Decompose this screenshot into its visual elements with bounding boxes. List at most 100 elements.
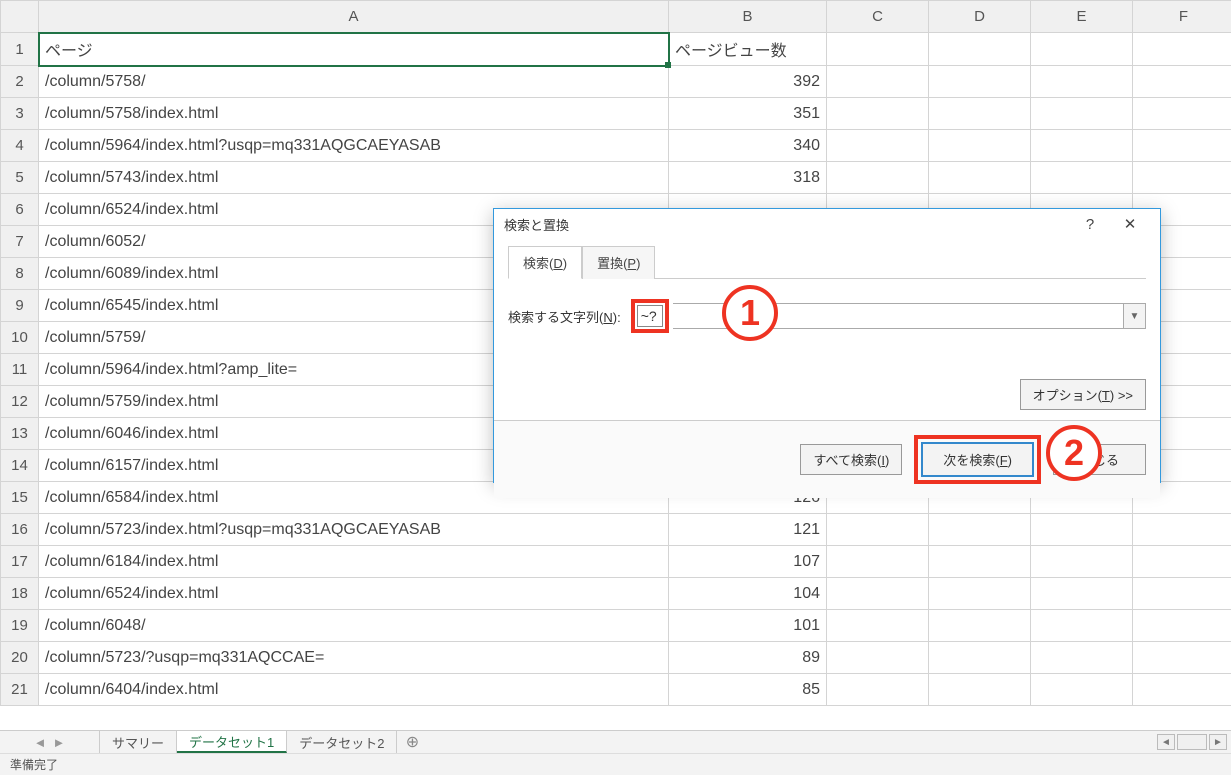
cell[interactable] (1133, 98, 1231, 130)
cell[interactable] (827, 98, 929, 130)
cell[interactable] (1133, 674, 1231, 706)
cell[interactable] (827, 546, 929, 578)
cell[interactable]: /column/6184/index.html (39, 546, 669, 578)
row-header[interactable]: 17 (1, 546, 39, 578)
cell[interactable]: /column/5758/index.html (39, 98, 669, 130)
row-header[interactable]: 9 (1, 290, 39, 322)
cell[interactable] (827, 674, 929, 706)
row-header[interactable]: 11 (1, 354, 39, 386)
col-header-C[interactable]: C (827, 1, 929, 33)
cell[interactable] (1031, 674, 1133, 706)
col-header-E[interactable]: E (1031, 1, 1133, 33)
col-header-D[interactable]: D (929, 1, 1031, 33)
cell[interactable] (1133, 162, 1231, 194)
cell[interactable]: /column/5723/?usqp=mq331AQCCAE= (39, 642, 669, 674)
scroll-thumb[interactable] (1177, 734, 1207, 750)
row-header[interactable]: 6 (1, 194, 39, 226)
cell[interactable] (827, 610, 929, 642)
cell[interactable]: /column/6404/index.html (39, 674, 669, 706)
cell[interactable] (929, 546, 1031, 578)
cell[interactable] (929, 610, 1031, 642)
find-all-button[interactable]: すべて検索(I) (800, 444, 902, 475)
select-all-corner[interactable] (1, 1, 39, 33)
row-header[interactable]: 10 (1, 322, 39, 354)
cell[interactable]: /column/6048/ (39, 610, 669, 642)
add-sheet-button[interactable]: ⊕ (397, 731, 427, 753)
cell[interactable] (929, 674, 1031, 706)
row-header[interactable]: 21 (1, 674, 39, 706)
row-header[interactable]: 2 (1, 66, 39, 98)
cell[interactable] (827, 578, 929, 610)
row-header[interactable]: 14 (1, 450, 39, 482)
sheet-tab-dataset2[interactable]: データセット2 (287, 731, 397, 753)
cell[interactable] (1031, 66, 1133, 98)
cell[interactable] (1031, 578, 1133, 610)
cell[interactable] (1031, 33, 1133, 66)
col-header-A[interactable]: A (39, 1, 669, 33)
row-header[interactable]: 3 (1, 98, 39, 130)
tab-nav-arrows[interactable]: ◄ ► (0, 731, 100, 753)
cell[interactable]: 101 (669, 610, 827, 642)
cell[interactable] (1133, 130, 1231, 162)
cell[interactable]: 351 (669, 98, 827, 130)
row-header[interactable]: 8 (1, 258, 39, 290)
cell[interactable] (929, 66, 1031, 98)
cell[interactable]: /column/6524/index.html (39, 578, 669, 610)
cell[interactable] (827, 642, 929, 674)
col-header-F[interactable]: F (1133, 1, 1231, 33)
row-header[interactable]: 15 (1, 482, 39, 514)
row-header[interactable]: 20 (1, 642, 39, 674)
cell[interactable] (827, 130, 929, 162)
row-header[interactable]: 7 (1, 226, 39, 258)
cell[interactable] (929, 162, 1031, 194)
dialog-help-button[interactable]: ? (1070, 209, 1110, 239)
row-header[interactable]: 12 (1, 386, 39, 418)
row-header[interactable]: 5 (1, 162, 39, 194)
find-next-button[interactable]: 次を検索(F) (921, 442, 1034, 477)
row-header[interactable]: 13 (1, 418, 39, 450)
sheet-tab-summary[interactable]: サマリー (100, 731, 177, 753)
cell[interactable] (1133, 514, 1231, 546)
cell[interactable] (929, 578, 1031, 610)
cell[interactable]: /column/5758/ (39, 66, 669, 98)
cell[interactable]: 104 (669, 578, 827, 610)
cell[interactable] (1031, 642, 1133, 674)
search-input[interactable] (637, 305, 663, 327)
cell[interactable] (1031, 130, 1133, 162)
sheet-tab-dataset1[interactable]: データセット1 (177, 731, 287, 753)
cell[interactable]: /column/5723/index.html?usqp=mq331AQGCAE… (39, 514, 669, 546)
options-button[interactable]: オプション(T) >> (1020, 379, 1146, 410)
col-header-B[interactable]: B (669, 1, 827, 33)
cell[interactable] (1133, 66, 1231, 98)
cell[interactable] (929, 33, 1031, 66)
cell[interactable] (929, 514, 1031, 546)
cell[interactable] (827, 514, 929, 546)
cell[interactable]: 340 (669, 130, 827, 162)
cell[interactable]: /column/5964/index.html?usqp=mq331AQGCAE… (39, 130, 669, 162)
dialog-titlebar[interactable]: 検索と置換 ? ✕ (494, 209, 1160, 239)
cell[interactable]: 89 (669, 642, 827, 674)
cell[interactable]: ページビュー数 (669, 33, 827, 66)
cell[interactable] (1031, 610, 1133, 642)
cell[interactable] (827, 162, 929, 194)
row-header[interactable]: 19 (1, 610, 39, 642)
cell[interactable]: /column/5743/index.html (39, 162, 669, 194)
row-header[interactable]: 1 (1, 33, 39, 66)
cell[interactable] (1133, 642, 1231, 674)
tab-replace[interactable]: 置換(P) (582, 246, 655, 279)
cell[interactable] (1031, 546, 1133, 578)
cell[interactable] (1031, 98, 1133, 130)
cell[interactable] (1133, 578, 1231, 610)
cell[interactable]: ページ (39, 33, 669, 66)
cell[interactable] (1133, 33, 1231, 66)
cell[interactable]: 318 (669, 162, 827, 194)
chevron-down-icon[interactable]: ▼ (1123, 304, 1145, 328)
row-header[interactable]: 18 (1, 578, 39, 610)
scroll-right-icon[interactable]: ► (1209, 734, 1227, 750)
cell[interactable]: 121 (669, 514, 827, 546)
cell[interactable] (827, 33, 929, 66)
cell[interactable] (929, 98, 1031, 130)
cell[interactable] (1133, 610, 1231, 642)
cell[interactable] (929, 130, 1031, 162)
scroll-left-icon[interactable]: ◄ (1157, 734, 1175, 750)
